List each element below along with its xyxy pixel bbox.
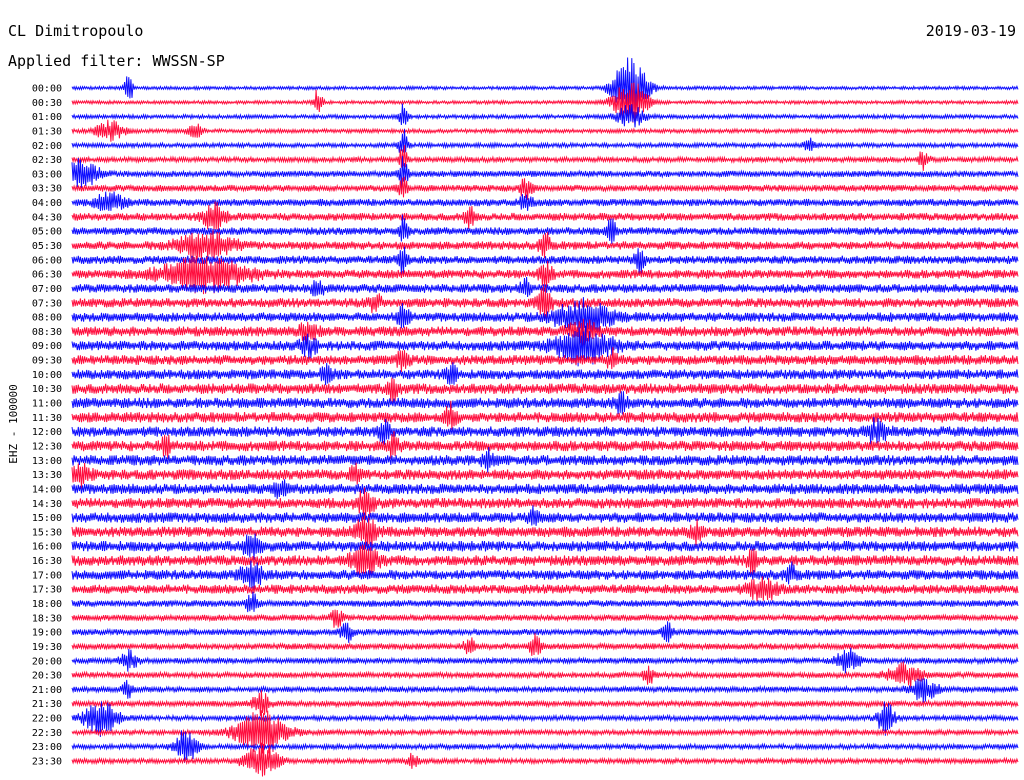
time-label: 19:30 — [32, 642, 62, 653]
time-label: 14:30 — [32, 499, 62, 510]
time-label: 18:00 — [32, 599, 62, 610]
time-label: 03:00 — [32, 169, 62, 180]
time-label: 22:30 — [32, 728, 62, 739]
time-label: 18:30 — [32, 613, 62, 624]
time-label: 00:30 — [32, 98, 62, 109]
time-label: 05:30 — [32, 241, 62, 252]
time-label: 06:00 — [32, 255, 62, 266]
time-label: 16:30 — [32, 556, 62, 567]
time-label: 12:30 — [32, 442, 62, 453]
time-label: 02:00 — [32, 141, 62, 152]
time-label: 21:30 — [32, 699, 62, 710]
time-label: 17:00 — [32, 570, 62, 581]
time-label: 17:30 — [32, 585, 62, 596]
time-label: 11:30 — [32, 413, 62, 424]
time-label: 15:00 — [32, 513, 62, 524]
time-label: 01:00 — [32, 112, 62, 123]
time-label: 16:00 — [32, 542, 62, 553]
time-label: 05:00 — [32, 227, 62, 238]
time-label: 23:00 — [32, 742, 62, 753]
time-label: 14:00 — [32, 484, 62, 495]
time-label: 01:30 — [32, 127, 62, 138]
time-label: 15:30 — [32, 527, 62, 538]
time-label: 07:00 — [32, 284, 62, 295]
time-label: 19:00 — [32, 628, 62, 639]
time-label: 20:30 — [32, 671, 62, 682]
time-label: 09:30 — [32, 356, 62, 367]
date-label: 2019-03-19 — [926, 22, 1016, 40]
filter-subtitle: Applied filter: WWSSN-SP — [8, 52, 225, 70]
station-title: CL Dimitropoulo — [8, 22, 143, 40]
time-label: 03:30 — [32, 184, 62, 195]
time-label: 12:00 — [32, 427, 62, 438]
time-label: 08:30 — [32, 327, 62, 338]
time-label: 00:00 — [32, 84, 62, 95]
time-label: 22:00 — [32, 714, 62, 725]
time-label: 21:00 — [32, 685, 62, 696]
time-label: 08:00 — [32, 313, 62, 324]
time-label: 13:00 — [32, 456, 62, 467]
channel-axis-label: EHZ - 100000 — [7, 384, 20, 463]
time-label: 02:30 — [32, 155, 62, 166]
time-label: 13:30 — [32, 470, 62, 481]
time-label: 04:30 — [32, 212, 62, 223]
time-label: 06:30 — [32, 270, 62, 281]
time-label: 07:30 — [32, 298, 62, 309]
time-label: 04:00 — [32, 198, 62, 209]
time-label: 10:00 — [32, 370, 62, 381]
time-label: 20:00 — [32, 656, 62, 667]
time-label: 23:30 — [32, 757, 62, 768]
time-label: 11:00 — [32, 399, 62, 410]
time-label: 10:30 — [32, 384, 62, 395]
helicorder-chart: CL Dimitropoulo Applied filter: WWSSN-SP… — [0, 0, 1024, 780]
time-label: 09:00 — [32, 341, 62, 352]
